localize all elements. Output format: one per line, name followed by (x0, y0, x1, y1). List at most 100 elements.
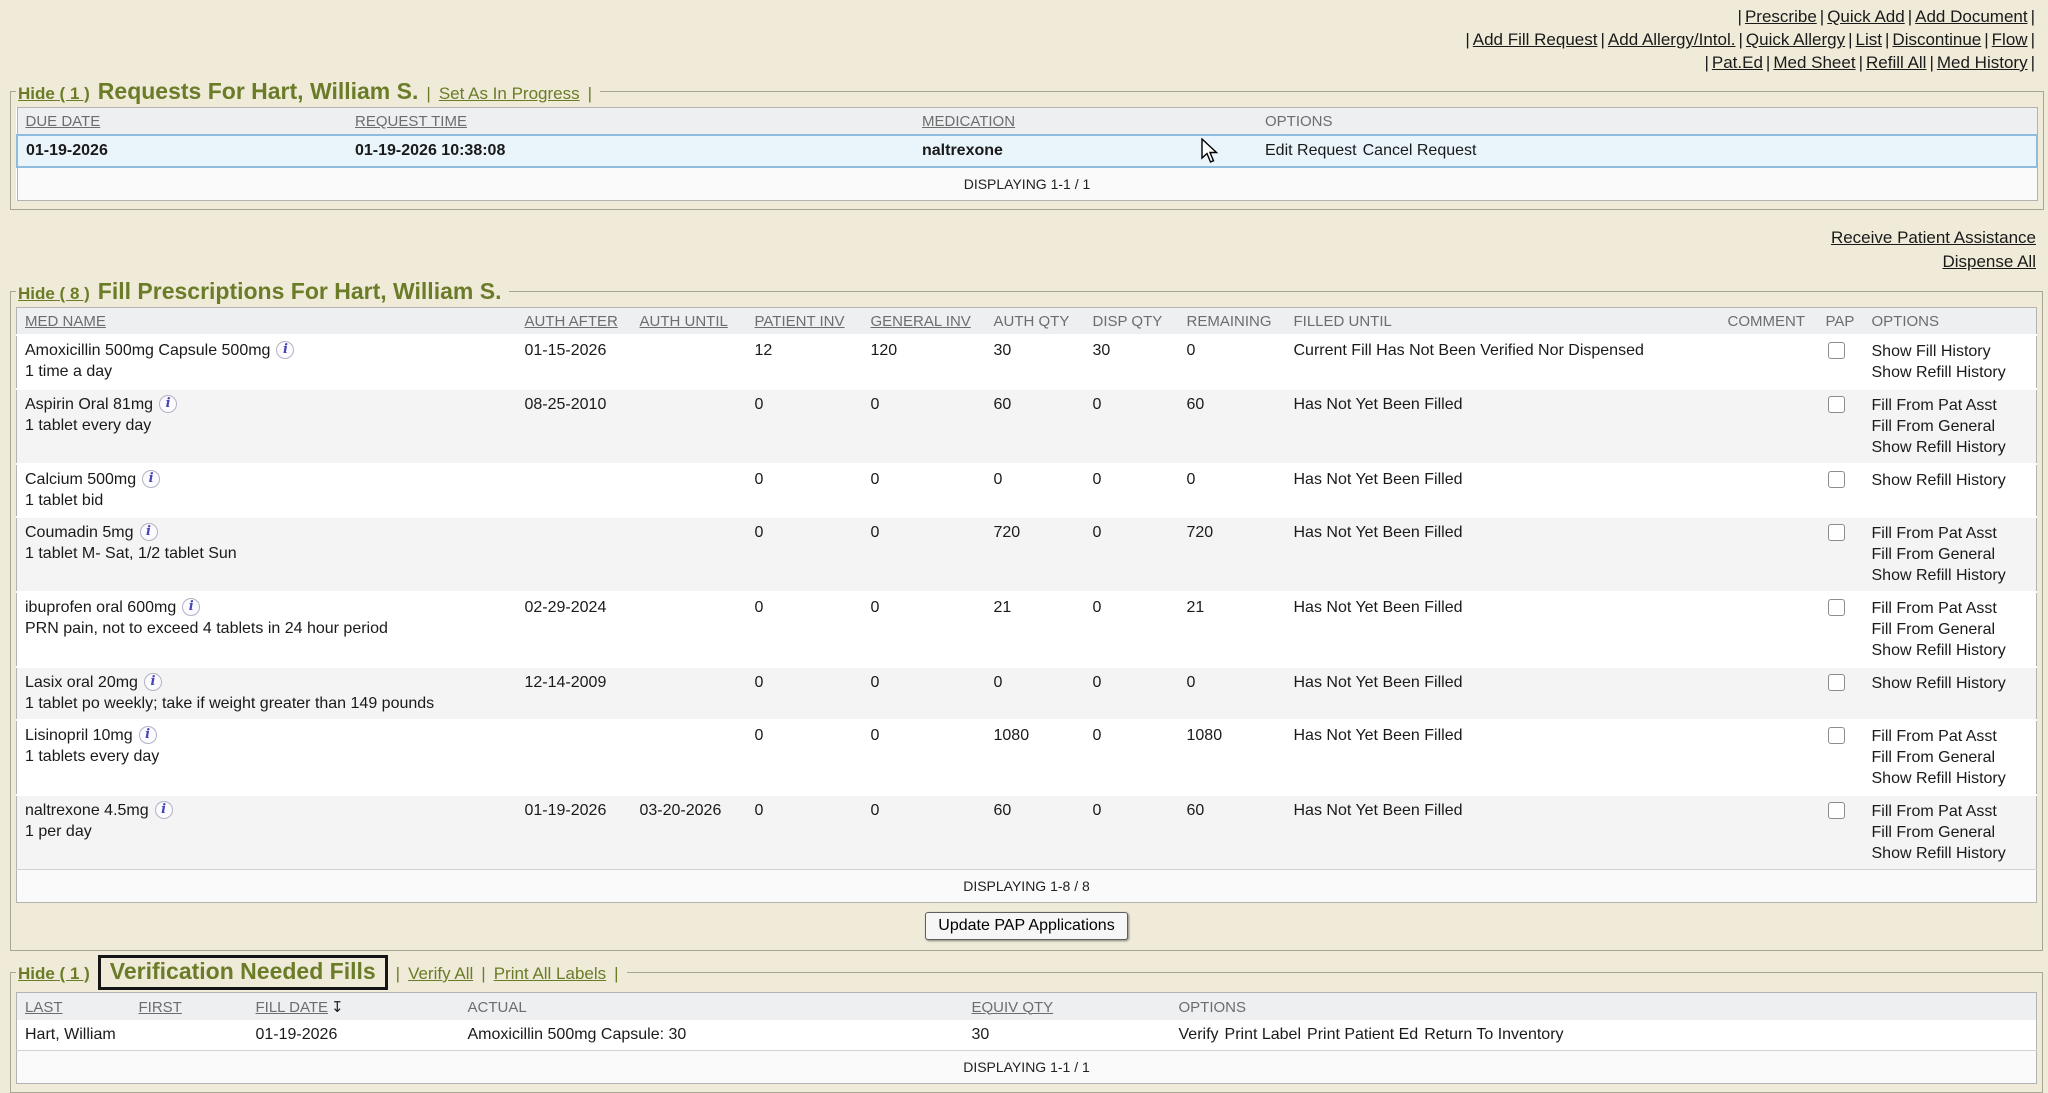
side-links: Receive Patient Assistance Dispense All (0, 210, 2048, 274)
comment-cell (1720, 517, 1818, 592)
pap-checkbox[interactable] (1828, 342, 1845, 359)
info-icon[interactable]: i (159, 395, 177, 413)
col-patient-inv[interactable]: PATIENT INV (747, 308, 863, 336)
option-link[interactable]: Fill From Pat Asst (1872, 523, 2029, 544)
auth-after-cell: 01-15-2026 (517, 335, 632, 389)
fill-date-cell: 01-19-2026 (248, 1020, 460, 1051)
verification-section: Hide ( 1 ) Verification Needed Fills | V… (10, 955, 2043, 1093)
col-auth-until[interactable]: AUTH UNTIL (632, 308, 747, 336)
hide-fill-link[interactable]: Hide ( 8 ) (18, 284, 90, 304)
option-link[interactable]: Show Refill History (1872, 362, 2029, 383)
info-icon[interactable]: i (142, 470, 160, 488)
option-link[interactable]: Fill From Pat Asst (1872, 598, 2029, 619)
filled-until-cell: Has Not Yet Been Filled (1286, 667, 1720, 720)
pap-checkbox[interactable] (1828, 674, 1845, 691)
print-patient-ed-link[interactable]: Print Patient Ed (1307, 1026, 1418, 1043)
pap-checkbox[interactable] (1828, 802, 1845, 819)
option-link[interactable]: Show Refill History (1872, 768, 2029, 789)
auth-qty-cell: 0 (986, 667, 1085, 720)
col-due-date[interactable]: DUE DATE (17, 108, 347, 136)
option-link[interactable]: Fill From General (1872, 822, 2029, 843)
filled-until-cell: Has Not Yet Been Filled (1286, 592, 1720, 667)
filled-until-cell: Has Not Yet Been Filled (1286, 720, 1720, 795)
info-icon[interactable]: i (144, 673, 162, 691)
toolbar-link-med-sheet[interactable]: Med Sheet (1773, 53, 1855, 72)
option-link[interactable]: Fill From General (1872, 747, 2029, 768)
option-link[interactable]: Show Refill History (1872, 640, 2029, 661)
toolbar-link-med-history[interactable]: Med History (1937, 53, 2028, 72)
toolbar-link-add-allergy-intol[interactable]: Add Allergy/Intol. (1608, 30, 1736, 49)
pap-checkbox[interactable] (1828, 396, 1845, 413)
option-link[interactable]: Show Fill History (1872, 341, 2029, 362)
toolbar-link-flow[interactable]: Flow (1992, 30, 2028, 49)
receive-patient-assistance-link[interactable]: Receive Patient Assistance (1831, 226, 2036, 250)
option-link[interactable]: Fill From Pat Asst (1872, 801, 2029, 822)
toolbar-link-prescribe[interactable]: Prescribe (1745, 7, 1817, 26)
col-equiv-qty[interactable]: EQUIV QTY (964, 993, 1171, 1021)
hide-verification-link[interactable]: Hide ( 1 ) (18, 964, 90, 984)
option-link[interactable]: Fill From General (1872, 416, 2029, 437)
toolbar-link-pat-ed[interactable]: Pat.Ed (1712, 53, 1763, 72)
update-pap-applications-button[interactable]: Update PAP Applications (925, 912, 1127, 940)
hide-requests-link[interactable]: Hide ( 1 ) (18, 84, 90, 104)
toolbar-row-3: |Pat.Ed|Med Sheet|Refill All|Med History… (0, 51, 2038, 74)
col-first[interactable]: FIRST (131, 993, 248, 1021)
request-time-cell: 01-19-2026 10:38:08 (347, 135, 914, 167)
toolbar-link-list[interactable]: List (1856, 30, 1882, 49)
info-icon[interactable]: i (155, 801, 173, 819)
info-icon[interactable]: i (276, 341, 294, 359)
option-link[interactable]: Show Refill History (1872, 673, 2029, 694)
pap-checkbox[interactable] (1828, 524, 1845, 541)
pap-checkbox[interactable] (1828, 727, 1845, 744)
col-request-time[interactable]: REQUEST TIME (347, 108, 914, 136)
col-general-inv[interactable]: GENERAL INV (863, 308, 986, 336)
return-to-inventory-link[interactable]: Return To Inventory (1424, 1026, 1563, 1043)
info-icon[interactable]: i (139, 726, 157, 744)
option-link[interactable]: Show Refill History (1872, 565, 2029, 586)
toolbar-link-add-document[interactable]: Add Document (1915, 7, 2027, 26)
option-link[interactable]: Show Refill History (1872, 437, 2029, 458)
option-link[interactable]: Fill From Pat Asst (1872, 395, 2029, 416)
option-link[interactable]: Show Refill History (1872, 470, 2029, 491)
pap-checkbox[interactable] (1828, 471, 1845, 488)
col-auth-after[interactable]: AUTH AFTER (517, 308, 632, 336)
option-link[interactable]: Fill From General (1872, 619, 2029, 640)
med-name-cell: naltrexone 4.5mgi1 per day (17, 795, 517, 870)
cancel-request-link[interactable]: Cancel Request (1363, 142, 1477, 159)
separator: | (2031, 7, 2035, 26)
info-icon[interactable]: i (140, 523, 158, 541)
col-last[interactable]: LAST (17, 993, 131, 1021)
disp-qty-cell: 0 (1085, 667, 1179, 720)
toolbar-link-discontinue[interactable]: Discontinue (1892, 30, 1981, 49)
last-cell: Hart, William (17, 1020, 131, 1051)
toolbar-link-quick-allergy[interactable]: Quick Allergy (1746, 30, 1845, 49)
auth-after-cell (517, 517, 632, 592)
toolbar-link-quick-add[interactable]: Quick Add (1827, 7, 1905, 26)
separator: | (1600, 30, 1604, 49)
print-all-labels-link[interactable]: Print All Labels (494, 964, 606, 984)
disp-qty-cell: 0 (1085, 592, 1179, 667)
options-cell: Fill From Pat AsstFill From GeneralShow … (1864, 517, 2037, 592)
set-as-in-progress-link[interactable]: Set As In Progress (439, 84, 580, 104)
info-icon[interactable]: i (182, 598, 200, 616)
toolbar-link-add-fill-request[interactable]: Add Fill Request (1473, 30, 1598, 49)
toolbar-link-refill-all[interactable]: Refill All (1866, 53, 1926, 72)
auth-until-cell (632, 464, 747, 517)
edit-request-link[interactable]: Edit Request (1265, 142, 1357, 159)
auth-until-cell (632, 389, 747, 464)
request-row[interactable]: 01-19-2026 01-19-2026 10:38:08 naltrexon… (17, 135, 2037, 167)
verify-link[interactable]: Verify (1179, 1026, 1219, 1043)
pap-checkbox[interactable] (1828, 599, 1845, 616)
col-fill-date[interactable]: FILL DATE↧ (248, 993, 460, 1021)
med-sig: 1 tablet bid (25, 491, 509, 511)
print-label-link[interactable]: Print Label (1225, 1026, 1302, 1043)
patient-inv-cell: 12 (747, 335, 863, 389)
col-med-name[interactable]: MED NAME (17, 308, 517, 336)
option-link[interactable]: Show Refill History (1872, 843, 2029, 864)
auth-qty-cell: 1080 (986, 720, 1085, 795)
verify-all-link[interactable]: Verify All (408, 964, 473, 984)
option-link[interactable]: Fill From General (1872, 544, 2029, 565)
col-medication[interactable]: MEDICATION (914, 108, 1257, 136)
dispense-all-link[interactable]: Dispense All (1942, 250, 2036, 274)
option-link[interactable]: Fill From Pat Asst (1872, 726, 2029, 747)
